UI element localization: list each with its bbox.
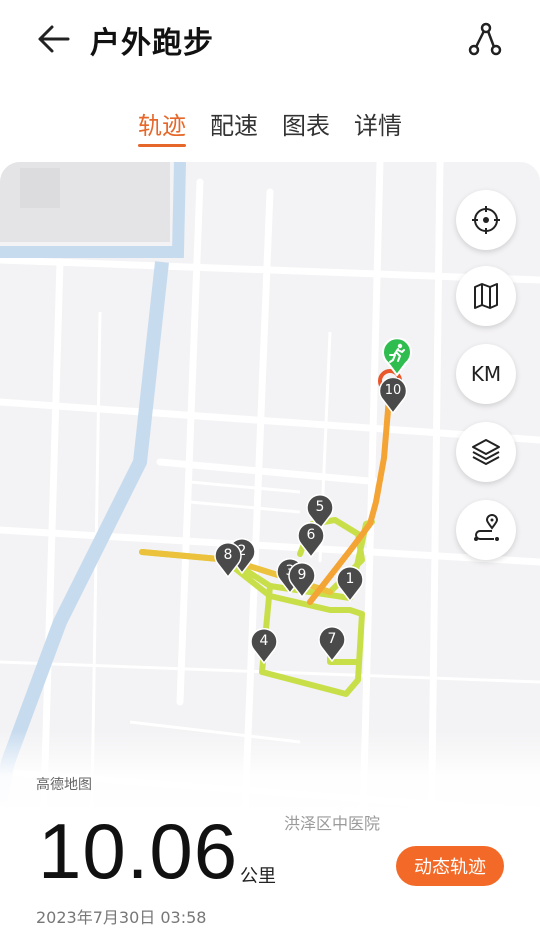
poi-label: 洪泽区中医院 [284, 814, 381, 833]
crosshair-icon [472, 206, 500, 234]
km-marker-10[interactable]: 10 [378, 378, 408, 414]
dynamic-track-button[interactable]: 动态轨迹 [396, 846, 504, 886]
map-icon [474, 283, 498, 309]
km-marker-1[interactable]: 1 [336, 566, 364, 602]
tab-bar: 轨迹 配速 图表 详情 [0, 100, 540, 150]
km-marker-8[interactable]: 8 [214, 542, 242, 578]
active-tab-indicator [138, 144, 186, 147]
route-button[interactable] [456, 500, 516, 560]
start-marker[interactable] [382, 338, 412, 376]
km-marker-9[interactable]: 9 [288, 562, 316, 598]
map-type-button[interactable] [456, 266, 516, 326]
tab-track[interactable]: 轨迹 [138, 106, 186, 141]
map-provider-label: 高德地图 [36, 777, 92, 793]
page-title: 户外跑步 [90, 26, 214, 61]
locate-button[interactable] [456, 190, 516, 250]
app-header: 户外跑步 [0, 0, 540, 80]
km-marker-toggle[interactable]: KM [456, 344, 516, 404]
tab-chart[interactable]: 图表 [282, 106, 330, 141]
layers-icon [472, 439, 500, 465]
route-share-icon[interactable] [466, 20, 506, 58]
km-marker-6[interactable]: 6 [297, 522, 325, 558]
km-marker-7[interactable]: 7 [318, 626, 346, 662]
layers-button[interactable] [456, 422, 516, 482]
tab-pace[interactable]: 配速 [210, 106, 258, 141]
tab-details[interactable]: 详情 [354, 106, 402, 141]
route-pin-icon [474, 514, 499, 541]
distance-value: 10.06 [38, 807, 239, 895]
distance-unit: 公里 [240, 866, 276, 887]
activity-datetime: 2023年7月30日 03:58 [36, 908, 207, 927]
back-arrow-icon[interactable] [34, 20, 74, 58]
km-marker-4[interactable]: 4 [250, 628, 278, 664]
runner-icon [382, 338, 412, 376]
